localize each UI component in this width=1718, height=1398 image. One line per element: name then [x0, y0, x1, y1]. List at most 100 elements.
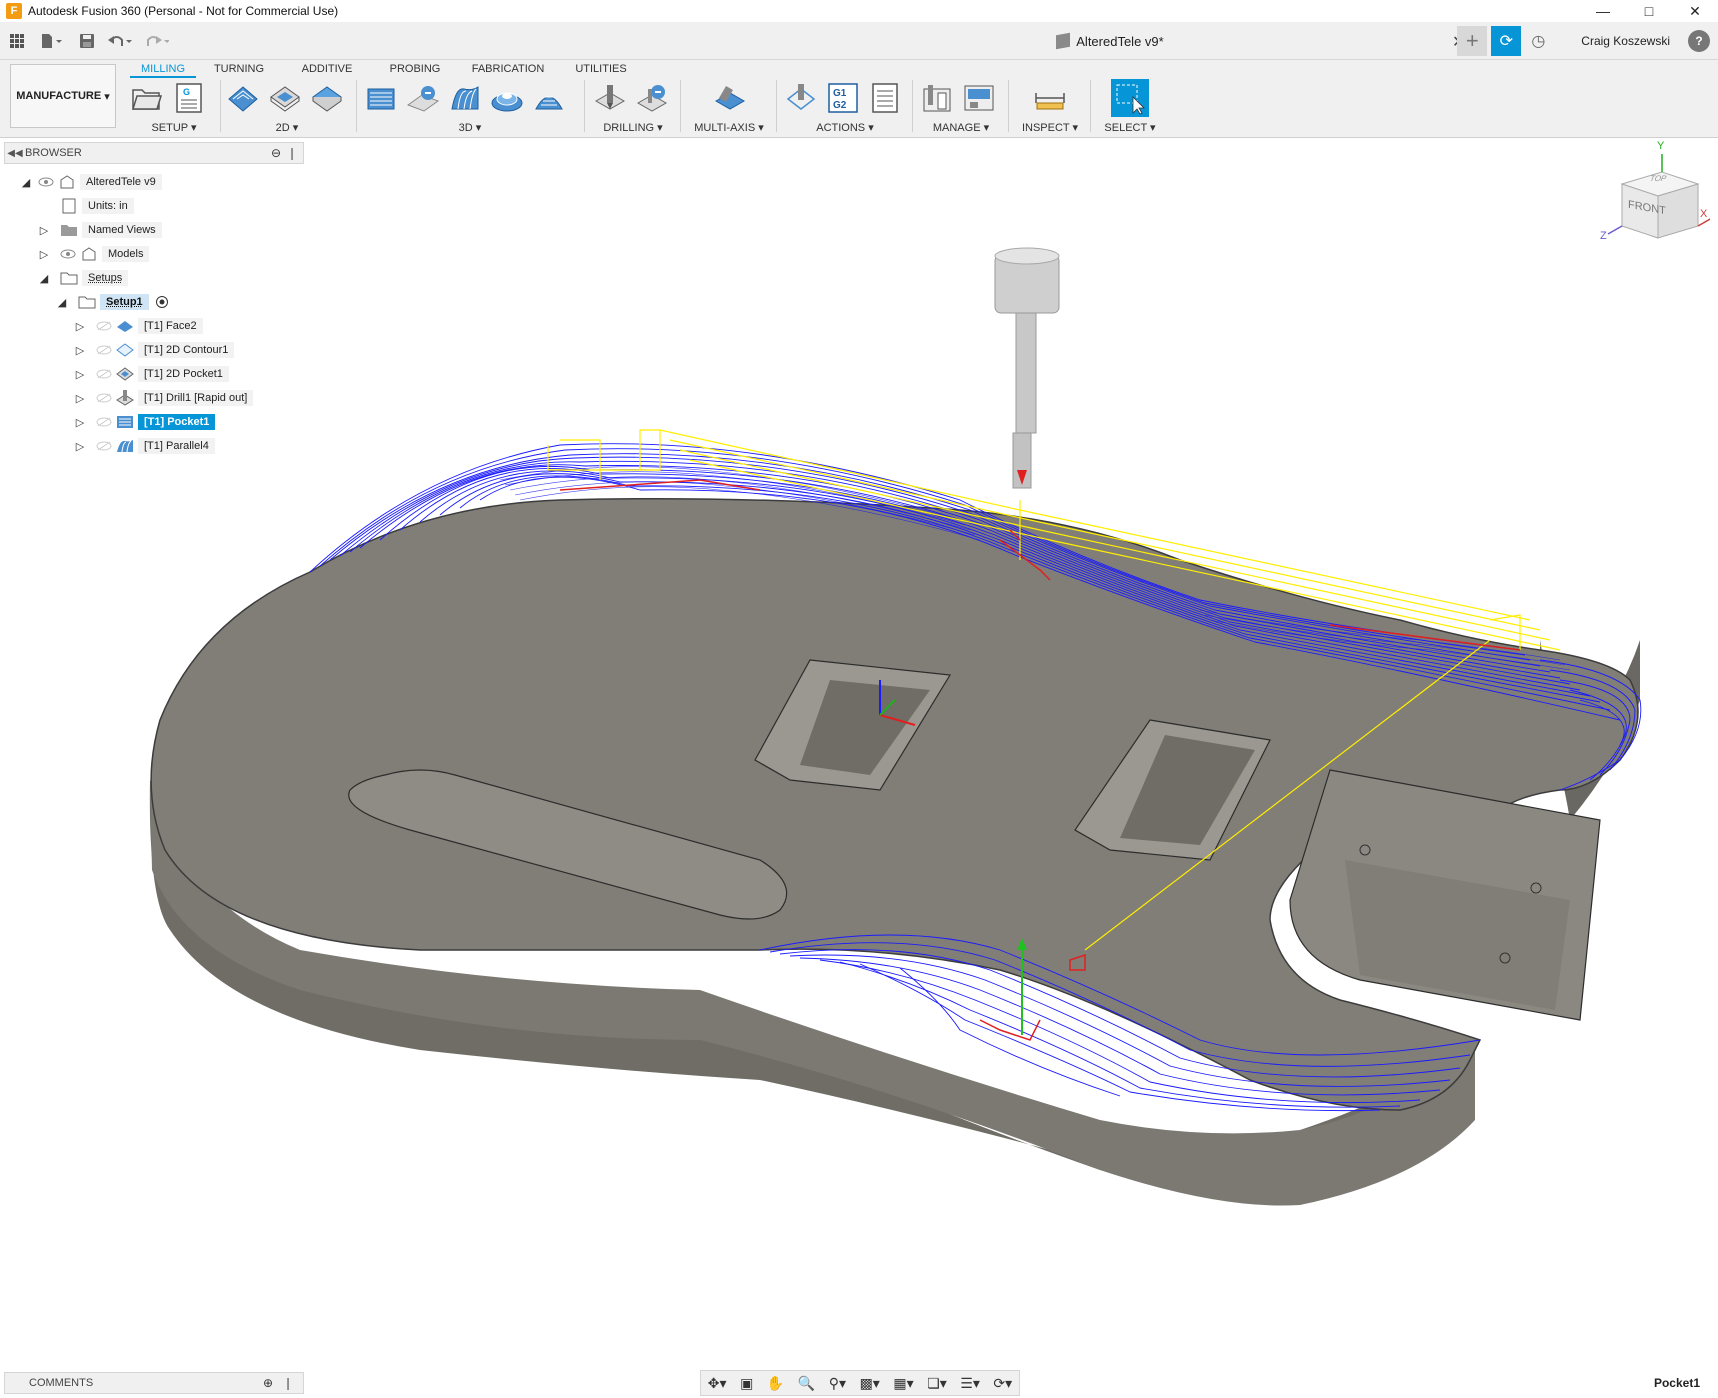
expand-triangle-icon[interactable]: ▷: [38, 248, 50, 261]
tree-node-operation[interactable]: ▷ [T1] 2D Pocket1: [74, 364, 229, 384]
pan-hand-icon[interactable]: ✋: [767, 1375, 784, 1392]
2d-dropdown[interactable]: 2D ▾: [222, 121, 352, 134]
drill-icon[interactable]: [592, 81, 626, 115]
expand-triangle-icon[interactable]: ▷: [38, 224, 50, 237]
post-process-gcode-icon[interactable]: G1 G2: [826, 81, 860, 115]
expand-triangle-icon[interactable]: ▷: [74, 368, 86, 381]
3d-dropdown[interactable]: 3D ▾: [360, 121, 580, 134]
collapse-triangle-icon[interactable]: ◢: [38, 272, 50, 285]
hidden-eye-icon[interactable]: [96, 344, 112, 356]
tree-node-operation-selected[interactable]: ▷ [T1] Pocket1: [74, 412, 216, 432]
tool-library-icon[interactable]: [920, 81, 954, 115]
operation-label[interactable]: [T1] 2D Contour1: [138, 342, 235, 358]
machine-library-icon[interactable]: [962, 81, 996, 115]
multiaxis-dropdown[interactable]: MULTI-AXIS ▾: [684, 121, 774, 134]
operation-label[interactable]: [T1] Face2: [138, 318, 203, 334]
collapse-triangle-icon[interactable]: ◢: [20, 176, 32, 189]
models-label[interactable]: Models: [102, 246, 150, 262]
3d-contour-icon[interactable]: [490, 81, 524, 115]
setup1-label[interactable]: Setup1: [100, 294, 149, 310]
tree-node-setups[interactable]: ◢ Setups: [38, 268, 129, 288]
3d-pocket-icon[interactable]: [406, 81, 440, 115]
setups-label[interactable]: Setups: [82, 270, 129, 286]
fit-zoom-icon[interactable]: ⚲▾: [829, 1375, 846, 1392]
save-icon[interactable]: [72, 26, 102, 56]
user-account[interactable]: Craig Koszewski: [1581, 34, 1670, 48]
visibility-eye-icon[interactable]: [60, 248, 76, 260]
3d-scallop-icon[interactable]: [532, 81, 566, 115]
operation-label[interactable]: [T1] Pocket1: [138, 414, 216, 430]
operation-label[interactable]: [T1] 2D Pocket1: [138, 366, 229, 382]
notification-clock-icon[interactable]: ◷: [1525, 26, 1551, 56]
tab-probing[interactable]: PROBING: [372, 60, 458, 78]
help-icon[interactable]: ?: [1688, 30, 1710, 52]
named-views-label[interactable]: Named Views: [82, 222, 162, 238]
tab-fabrication[interactable]: FABRICATION: [458, 60, 558, 78]
actions-dropdown[interactable]: ACTIONS ▾: [780, 121, 910, 134]
comments-pin-icon[interactable]: ❘: [283, 1376, 303, 1390]
inspect-dropdown[interactable]: INSPECT ▾: [1012, 121, 1088, 134]
setup-dropdown[interactable]: SETUP ▾: [126, 121, 222, 134]
units-label[interactable]: Units: in: [82, 198, 134, 214]
maximize-icon[interactable]: □: [1626, 0, 1672, 22]
add-comment-icon[interactable]: ⊕: [263, 1376, 283, 1390]
operation-label[interactable]: [T1] Parallel4: [138, 438, 215, 454]
tree-node-setup1[interactable]: ◢ Setup1: [56, 292, 171, 312]
browser-pin-icon[interactable]: ❘: [287, 146, 303, 160]
tree-node-operation[interactable]: ▷ [T1] Face2: [74, 316, 203, 336]
setup-sheet-doc-icon[interactable]: [868, 81, 902, 115]
simulate-icon[interactable]: [784, 81, 818, 115]
thread-icon[interactable]: [634, 81, 668, 115]
undo-icon[interactable]: [102, 26, 138, 56]
expand-triangle-icon[interactable]: ▷: [74, 440, 86, 453]
2d-face-icon[interactable]: [310, 81, 344, 115]
data-panel-grid-icon[interactable]: [2, 26, 32, 56]
visibility-eye-icon[interactable]: [38, 176, 54, 188]
expand-triangle-icon[interactable]: ▷: [74, 416, 86, 429]
setup-folder-icon[interactable]: [130, 81, 164, 115]
hidden-eye-icon[interactable]: [96, 392, 112, 404]
hidden-eye-icon[interactable]: [96, 320, 112, 332]
expand-triangle-icon[interactable]: ▷: [74, 320, 86, 333]
3d-viewport[interactable]: [0, 140, 1718, 1370]
3d-parallel-icon[interactable]: [448, 81, 482, 115]
job-status-icon[interactable]: ⟳: [1491, 26, 1522, 56]
viewcube-top-face[interactable]: TOP: [1648, 174, 1668, 183]
root-document-label[interactable]: AlteredTele v9: [80, 174, 162, 190]
tree-node-named-views[interactable]: ▷ Named Views: [38, 220, 162, 240]
tree-node-root[interactable]: ◢ AlteredTele v9: [20, 172, 162, 192]
drilling-dropdown[interactable]: DRILLING ▾: [588, 121, 678, 134]
close-window-icon[interactable]: ✕: [1672, 0, 1718, 22]
collapse-triangle-icon[interactable]: ◢: [56, 296, 68, 309]
hidden-eye-icon[interactable]: [96, 368, 112, 380]
select-cursor-icon[interactable]: [1111, 79, 1149, 117]
measure-icon[interactable]: [1033, 81, 1067, 115]
active-setup-radio-icon[interactable]: [153, 294, 171, 310]
zoom-icon[interactable]: 🔍: [798, 1375, 815, 1392]
refresh-icon[interactable]: ⟳▾: [993, 1375, 1012, 1392]
3d-adaptive-icon[interactable]: [364, 81, 398, 115]
minimize-icon[interactable]: —: [1580, 0, 1626, 22]
collapse-browser-icon[interactable]: ◀◀: [5, 148, 25, 159]
orbit-pan-icon[interactable]: ✥▾: [708, 1375, 727, 1392]
tree-node-operation[interactable]: ▷ [T1] Drill1 [Rapid out]: [74, 388, 254, 408]
setup-sheet-icon[interactable]: G: [172, 81, 206, 115]
hidden-eye-icon[interactable]: [96, 416, 112, 428]
viewports-icon[interactable]: ❏▾: [927, 1375, 947, 1392]
multiaxis-swarf-icon[interactable]: [712, 81, 746, 115]
expand-triangle-icon[interactable]: ▷: [74, 392, 86, 405]
redo-icon[interactable]: [138, 26, 174, 56]
new-tab-plus-icon[interactable]: +: [1457, 26, 1488, 56]
tree-node-models[interactable]: ▷ Models: [38, 244, 150, 264]
look-at-icon[interactable]: ▣: [740, 1375, 753, 1392]
display-settings-icon[interactable]: ▩▾: [860, 1375, 880, 1392]
comments-panel-header[interactable]: COMMENTS ⊕ ❘: [4, 1372, 304, 1394]
tab-milling[interactable]: MILLING: [130, 60, 196, 78]
browser-panel-header[interactable]: ◀◀ BROWSER ⊖ ❘: [4, 142, 304, 164]
tab-utilities[interactable]: UTILITIES: [558, 60, 644, 78]
2d-adaptive-icon[interactable]: [226, 81, 260, 115]
manage-dropdown[interactable]: MANAGE ▾: [916, 121, 1006, 134]
operation-label[interactable]: [T1] Drill1 [Rapid out]: [138, 390, 254, 406]
tree-node-units[interactable]: Units: in: [56, 196, 134, 216]
expand-triangle-icon[interactable]: ▷: [74, 344, 86, 357]
